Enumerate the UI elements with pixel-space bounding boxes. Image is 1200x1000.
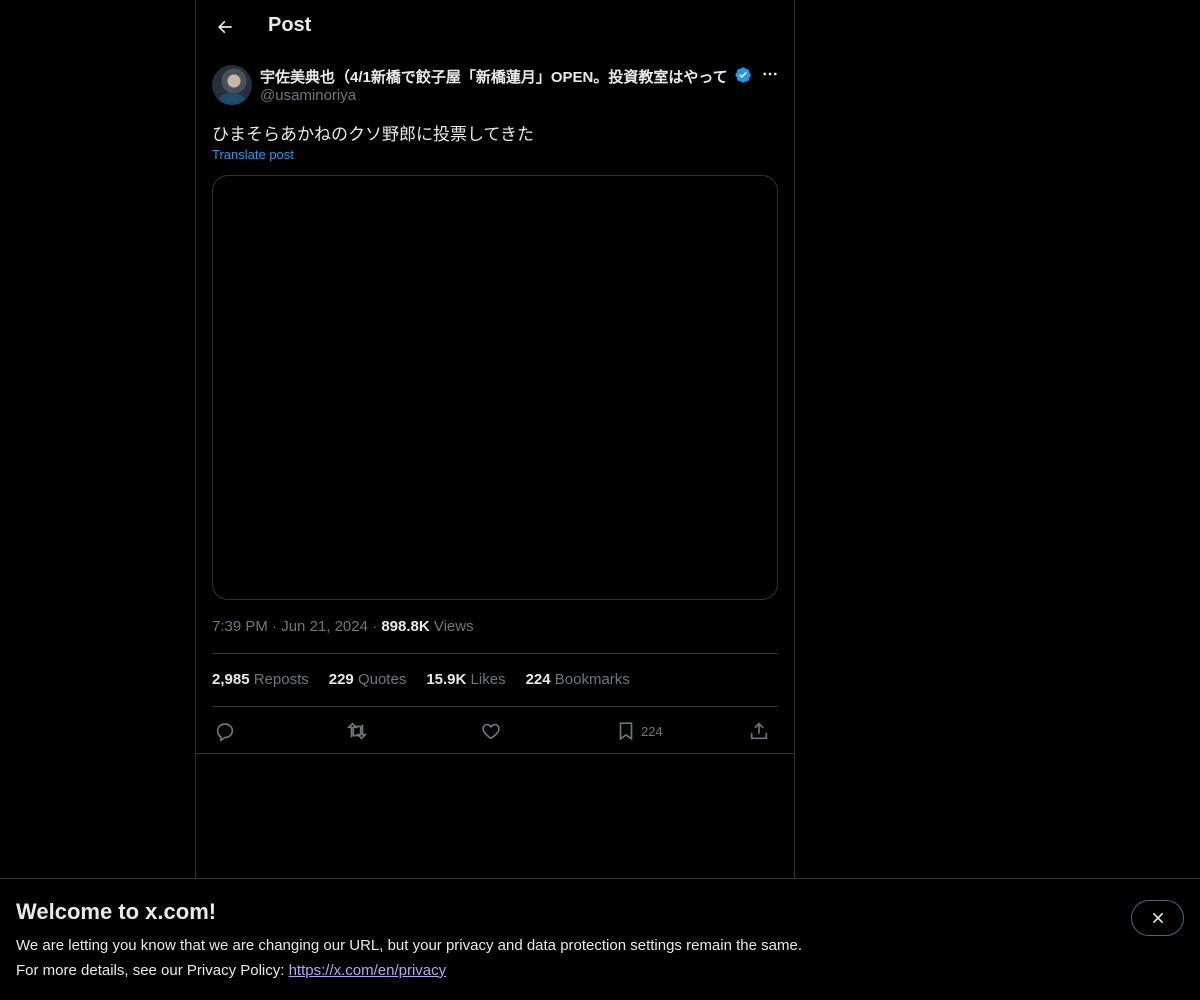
bookmarks-stat[interactable]: 224 Bookmarks [526, 671, 630, 688]
like-icon [482, 723, 500, 740]
banner-close-button[interactable] [1131, 900, 1184, 936]
post-meta: 7:39 PM · Jun 21, 2024 · 898.8K Views [212, 618, 474, 635]
divider [212, 653, 778, 654]
post-date[interactable]: Jun 21, 2024 [281, 618, 368, 635]
reposts-stat[interactable]: 2,985 Reposts [212, 671, 309, 688]
likes-label: Likes [470, 671, 506, 688]
like-button[interactable] [480, 716, 502, 746]
back-button[interactable] [208, 10, 242, 44]
privacy-policy-link[interactable]: https://x.com/en/privacy [289, 962, 447, 979]
reposts-count: 2,985 [212, 671, 250, 688]
translate-post-link[interactable]: Translate post [212, 147, 294, 162]
reposts-label: Reposts [253, 671, 309, 688]
quotes-stat[interactable]: 229 Quotes [329, 671, 407, 688]
bookmarks-count: 224 [525, 671, 551, 688]
more-button[interactable] [760, 64, 780, 84]
post-text: ひまそらあかねのクソ野郎に投票してきた [212, 125, 534, 145]
repost-icon [346, 722, 368, 740]
url-change-banner: Welcome to x.com! We are letting you kno… [0, 878, 1200, 1000]
bookmark-button[interactable]: 224 [615, 716, 663, 746]
post-stats: 2,985 Reposts 229 Quotes 15.9K Likes 224… [212, 671, 630, 688]
quotes-count: 229 [328, 671, 354, 688]
share-icon [750, 722, 768, 740]
banner-privacy-prefix: For more details, see our Privacy Policy… [16, 962, 289, 979]
post-author: 宇佐美典也（4/1新橋で餃子屋「新橋蓮月」OPEN。投資教室はやって @usam… [212, 64, 780, 108]
avatar[interactable] [212, 65, 252, 105]
post-actions: 224 [212, 716, 778, 746]
likes-count: 15.9K [426, 671, 467, 688]
header: Post [196, 0, 794, 54]
page-title: Post [268, 14, 312, 36]
divider [212, 706, 778, 707]
meta-separator: · [372, 618, 382, 635]
repost-button[interactable] [346, 716, 368, 746]
post-media[interactable] [212, 175, 778, 600]
more-icon [763, 72, 777, 76]
banner-text: We are letting you know that we are chan… [16, 937, 802, 954]
bookmark-icon [619, 722, 633, 741]
close-icon [1152, 912, 1163, 924]
divider [196, 753, 794, 754]
share-button[interactable] [748, 716, 770, 746]
bookmarks-label: Bookmarks [554, 671, 630, 688]
verified-badge-icon[interactable] [734, 66, 752, 84]
back-arrow-icon [218, 20, 232, 34]
bookmark-action-count: 224 [641, 723, 663, 739]
banner-title: Welcome to x.com! [16, 899, 217, 924]
views-count: 898.8K [381, 618, 430, 635]
post-time[interactable]: 7:39 PM [212, 618, 268, 635]
banner-privacy-line: For more details, see our Privacy Policy… [16, 962, 446, 979]
views-label: Views [433, 618, 474, 635]
quotes-label: Quotes [357, 671, 407, 688]
reply-button[interactable] [214, 716, 236, 746]
author-display-name[interactable]: 宇佐美典也（4/1新橋で餃子屋「新橋蓮月」OPEN。投資教室はやって [260, 66, 728, 87]
meta-separator: · [272, 618, 282, 635]
primary-column: Post 宇佐美典也（4/1新橋で餃子屋「新橋蓮月」OPEN。投資教室はやって … [195, 0, 795, 878]
reply-icon [216, 723, 234, 742]
author-handle[interactable]: @usaminoriya [260, 87, 356, 104]
likes-stat[interactable]: 15.9K Likes [426, 671, 505, 688]
